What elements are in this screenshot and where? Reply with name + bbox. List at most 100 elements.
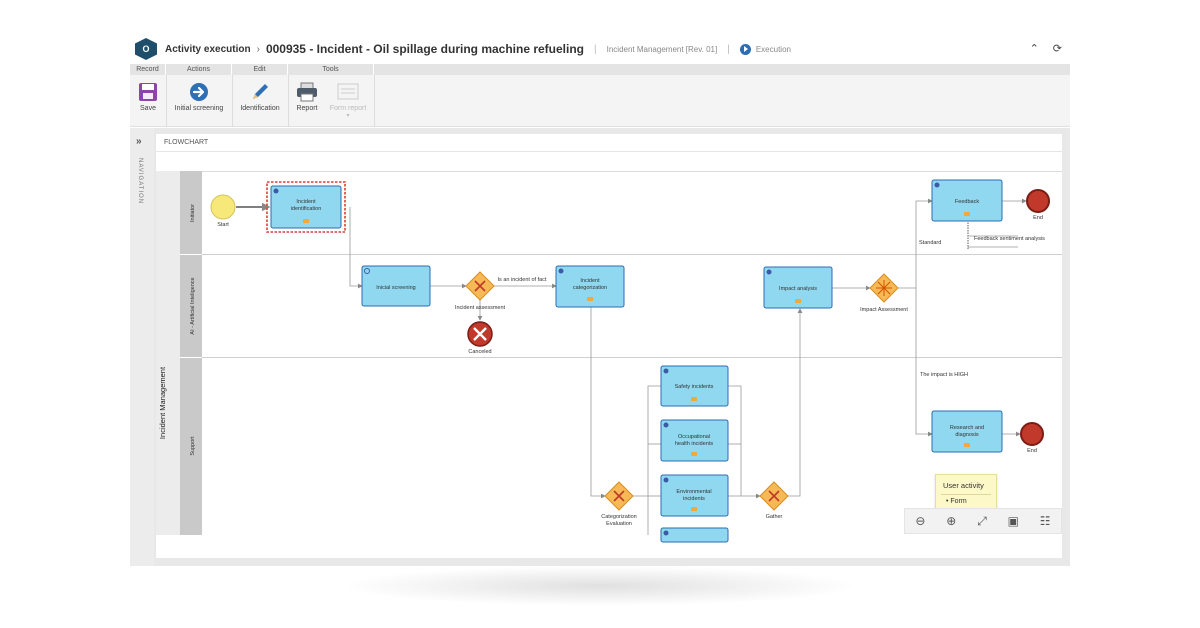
gateway-label: Gather bbox=[766, 514, 783, 520]
group-actions: Actions bbox=[166, 64, 232, 75]
drop-shadow bbox=[340, 566, 860, 606]
end-event-feedback[interactable] bbox=[1026, 189, 1050, 213]
play-icon bbox=[739, 43, 751, 55]
task-safety-incidents[interactable]: Safety incidents bbox=[660, 365, 729, 407]
user-icon bbox=[766, 269, 772, 275]
zoom-out-icon[interactable]: ⊖ bbox=[915, 514, 925, 528]
canceled-end-event[interactable] bbox=[467, 321, 493, 347]
identification-button[interactable]: Identification bbox=[236, 79, 284, 112]
printer-icon bbox=[292, 79, 322, 105]
form-report-button[interactable]: Form report ▾ bbox=[326, 79, 370, 119]
ribbon-groups: Record Actions Edit Tools bbox=[130, 64, 1070, 75]
user-icon bbox=[663, 477, 669, 483]
gateway-label: Impact Assessment bbox=[860, 307, 908, 313]
end-event-research[interactable] bbox=[1020, 422, 1044, 446]
canceled-label: Canceled bbox=[468, 349, 491, 355]
task-label: Research and bbox=[950, 425, 984, 431]
task-label: Environmental bbox=[676, 489, 711, 495]
app-window: O Activity execution › 000935 - Incident… bbox=[130, 34, 1070, 566]
task-label: Impact analysis bbox=[779, 286, 817, 292]
task-label: Occupational bbox=[678, 434, 710, 440]
work-area: » NAVIGATION FLOWCHART Incident Manageme… bbox=[130, 128, 1070, 566]
gateway-incident-assessment[interactable] bbox=[465, 271, 495, 301]
breadcrumb-separator: › bbox=[256, 43, 260, 55]
task-occupational-health[interactable]: Occupational health incidents bbox=[660, 419, 729, 462]
arrow-right-circle-icon bbox=[170, 79, 228, 105]
task-label: Incident bbox=[296, 199, 316, 205]
flow-label: Feedback sentiment analysis bbox=[974, 236, 1045, 242]
tooltip-item-label: Form bbox=[950, 498, 967, 505]
tree-icon[interactable]: ☷ bbox=[1040, 514, 1051, 528]
report-label: Report bbox=[296, 105, 318, 112]
tooltip-item: • Form bbox=[946, 498, 967, 505]
user-icon bbox=[558, 268, 564, 274]
task-incident-identification[interactable]: Incident identification bbox=[270, 185, 342, 229]
task-marker-icon bbox=[964, 443, 970, 447]
user-icon bbox=[273, 188, 279, 194]
title-bar: O Activity execution › 000935 - Incident… bbox=[130, 34, 1070, 64]
app-logo-icon: O bbox=[135, 38, 157, 60]
breadcrumb[interactable]: Activity execution bbox=[165, 44, 251, 55]
end-label: End bbox=[1027, 448, 1037, 454]
pencil-icon bbox=[236, 79, 284, 105]
expand-navigation-icon[interactable]: » bbox=[136, 136, 142, 147]
task-label: Inicial screening bbox=[376, 285, 415, 291]
flowchart-panel: FLOWCHART Incident Management Initiator … bbox=[156, 134, 1062, 558]
report-button[interactable]: Report bbox=[292, 79, 322, 112]
group-tools: Tools bbox=[288, 64, 374, 75]
gateway-gather[interactable] bbox=[759, 481, 789, 511]
tooltip-title: User activity bbox=[943, 481, 984, 490]
task-label: Feedback bbox=[955, 199, 979, 205]
task-inicial-screening[interactable]: Inicial screening bbox=[361, 265, 431, 307]
lane-label-support: Support bbox=[190, 436, 196, 456]
form-report-label: Form report bbox=[329, 105, 367, 112]
zoom-in-icon[interactable]: ⊕ bbox=[946, 514, 956, 528]
dropdown-caret-icon: ▾ bbox=[346, 113, 350, 119]
flow-label: The impact is HIGH bbox=[920, 372, 968, 378]
user-icon bbox=[663, 530, 669, 536]
flow-label: Standard bbox=[919, 240, 941, 246]
task-marker-icon bbox=[303, 219, 309, 223]
user-icon bbox=[663, 368, 669, 374]
title-divider: | bbox=[594, 43, 597, 55]
gateway-label: Categorization bbox=[601, 514, 636, 520]
ribbon-toolbar: Save Initial screening Identification Re… bbox=[130, 75, 1070, 127]
start-event[interactable] bbox=[210, 194, 236, 220]
task-label: health incidents bbox=[675, 441, 713, 447]
task-environmental-incidents[interactable]: Environmental incidents bbox=[660, 474, 729, 517]
gateway-impact-assessment[interactable] bbox=[869, 273, 899, 303]
flowchart-diagram[interactable]: Incident Management Initiator AI - Artif… bbox=[156, 156, 1062, 556]
floppy-disk-icon bbox=[134, 79, 162, 105]
flow-label: Is an incident of fact bbox=[498, 277, 547, 283]
task-research-diagnosis[interactable]: Research and diagnosis bbox=[931, 410, 1003, 453]
gateway-label: Incident assessment bbox=[455, 305, 506, 311]
pool-label: Incident Management bbox=[158, 366, 167, 439]
task-label: identification bbox=[291, 206, 322, 212]
task-label: incidents bbox=[683, 496, 705, 502]
save-button[interactable]: Save bbox=[134, 79, 162, 112]
identification-label: Identification bbox=[240, 105, 280, 112]
initial-screening-button[interactable]: Initial screening bbox=[170, 79, 228, 112]
flowchart-title: FLOWCHART bbox=[156, 134, 1062, 152]
task-incident-categorization[interactable]: Incident categorization bbox=[555, 265, 625, 308]
gateway-categorization-evaluation[interactable] bbox=[604, 481, 634, 511]
task-label: categorization bbox=[573, 285, 607, 291]
image-icon[interactable]: ▣ bbox=[1008, 514, 1019, 528]
task-feedback[interactable]: Feedback bbox=[931, 179, 1003, 222]
group-record: Record bbox=[130, 64, 166, 75]
navigation-panel[interactable]: » NAVIGATION bbox=[130, 128, 154, 566]
save-label: Save bbox=[140, 105, 156, 112]
user-icon bbox=[663, 422, 669, 428]
task-label: Incident bbox=[580, 278, 600, 284]
refresh-icon[interactable]: ⟳ bbox=[1053, 42, 1062, 55]
fit-icon[interactable]: ⤢ bbox=[977, 514, 987, 529]
task-impact-analysis[interactable]: Impact analysis bbox=[763, 266, 833, 309]
sequence-flows bbox=[236, 198, 1027, 535]
task-partial[interactable] bbox=[660, 527, 729, 543]
pool-header bbox=[156, 171, 180, 535]
lane-label-ai: AI - Artificial Inteligence bbox=[190, 277, 196, 334]
double-chevron-up-icon[interactable]: ⌃ bbox=[1030, 42, 1039, 55]
task-label: diagnosis bbox=[955, 432, 978, 438]
start-label: Start bbox=[217, 222, 229, 228]
form-report-icon bbox=[326, 79, 370, 105]
